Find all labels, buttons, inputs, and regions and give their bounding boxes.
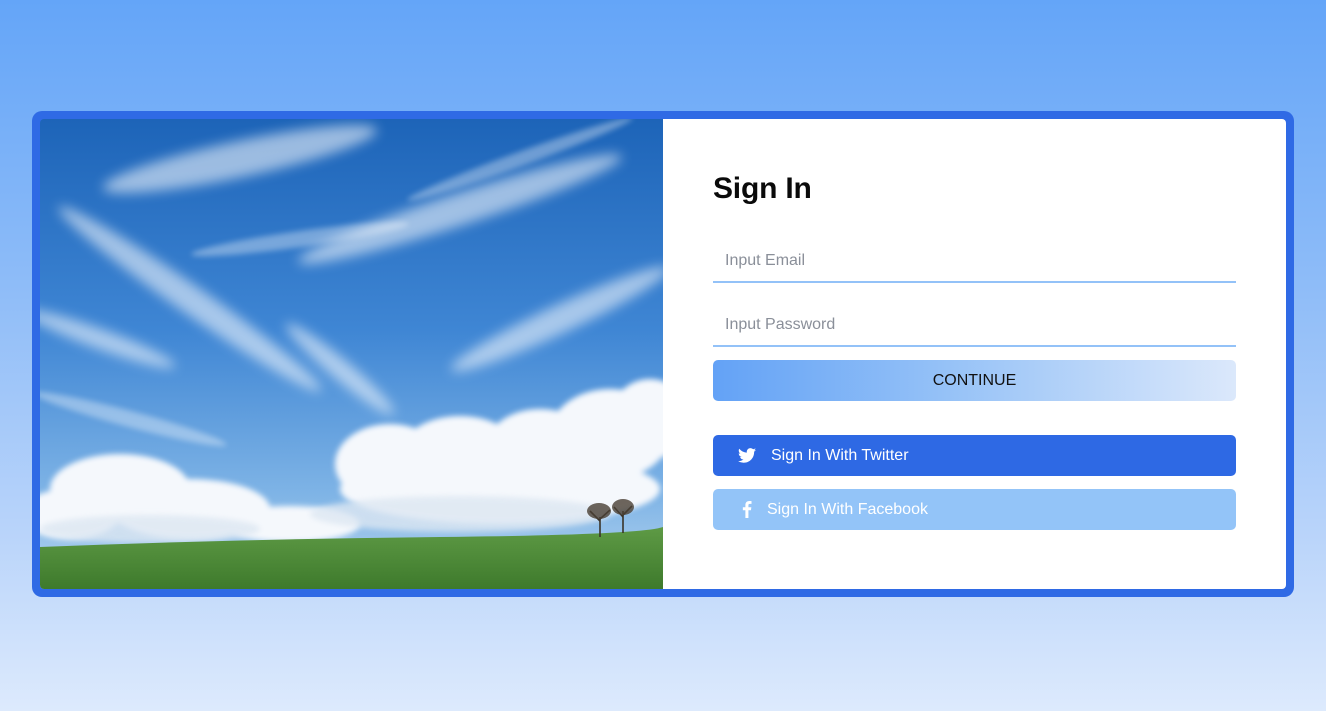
- landscape-image: [40, 119, 663, 589]
- twitter-button-label: Sign In With Twitter: [771, 446, 909, 464]
- page-title: Sign In: [713, 172, 812, 205]
- signin-card: Sign In CONTINUE Sign In With Twitter Si…: [32, 111, 1294, 597]
- facebook-button-label: Sign In With Facebook: [767, 500, 928, 518]
- continue-button[interactable]: CONTINUE: [713, 360, 1236, 401]
- signin-panel: Sign In CONTINUE Sign In With Twitter Si…: [663, 119, 1286, 589]
- facebook-signin-button[interactable]: Sign In With Facebook: [713, 489, 1236, 530]
- twitter-signin-button[interactable]: Sign In With Twitter: [713, 435, 1236, 476]
- twitter-icon: [737, 446, 757, 466]
- email-field[interactable]: [713, 241, 1236, 283]
- facebook-icon: [737, 500, 757, 520]
- password-field[interactable]: [713, 305, 1236, 347]
- sky-field-illustration: [40, 119, 663, 589]
